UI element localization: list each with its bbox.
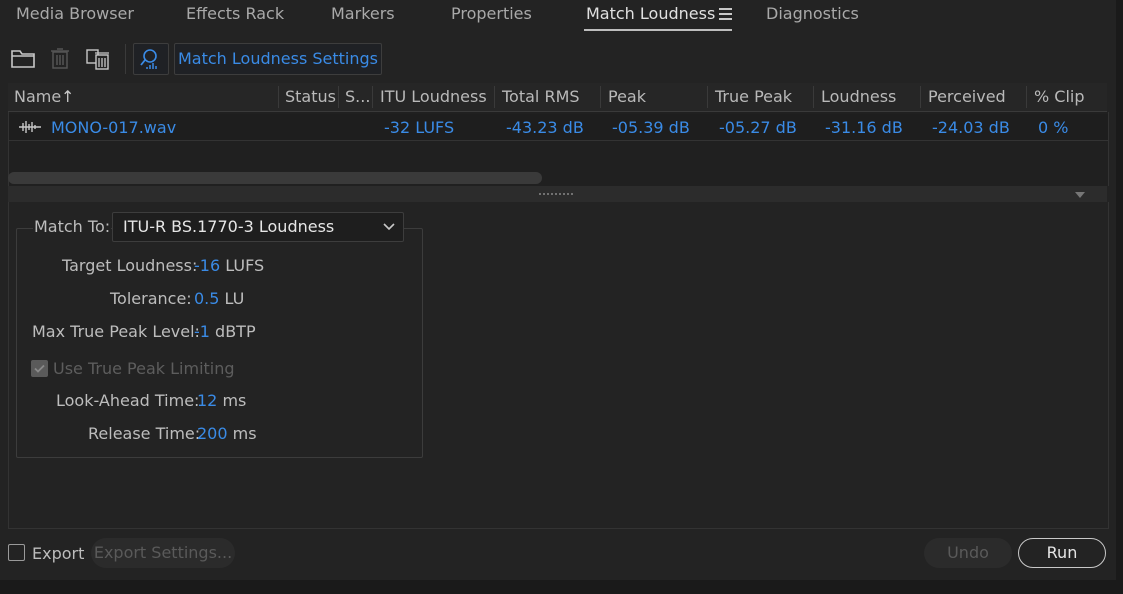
loudness-search-icon	[140, 49, 157, 69]
max-true-peak-label: Max True Peak Level:	[32, 322, 200, 341]
perceived-value: -24.03 dB	[932, 118, 1010, 137]
clear-all-icon[interactable]	[86, 46, 110, 70]
column-name[interactable]: Name	[14, 87, 61, 106]
target-loudness-unit: LUFS	[225, 256, 265, 275]
target-loudness-value[interactable]: -16	[194, 256, 220, 275]
chevron-down-icon	[383, 223, 395, 231]
table-header: Name ↑ Status S... ITU Loudness Total RM…	[8, 83, 1107, 112]
export-settings-button[interactable]: Export Settings...	[91, 538, 235, 568]
look-ahead-label: Look-Ahead Time:	[56, 391, 200, 410]
tab-properties[interactable]: Properties	[451, 4, 532, 23]
table-row[interactable]: MONO-017.wav -32 LUFS -43.23 dB -05.39 d…	[9, 114, 1108, 141]
column-separator	[813, 86, 814, 108]
match-to-label: Match To:	[33, 217, 112, 236]
column-itu-loudness[interactable]: ITU Loudness	[380, 87, 487, 106]
tolerance-label: Tolerance:	[110, 289, 192, 308]
column-separator	[372, 86, 373, 108]
tolerance-value[interactable]: 0.5	[194, 289, 219, 308]
peak-value: -05.39 dB	[612, 118, 690, 137]
match-loudness-settings-button[interactable]: Match Loudness Settings	[174, 43, 382, 75]
bottom-edge	[0, 580, 1123, 594]
itu-loudness-value: -32 LUFS	[384, 118, 455, 137]
sort-ascending-icon: ↑	[61, 87, 75, 106]
target-loudness-label: Target Loudness:	[62, 256, 198, 275]
splitter-grip-icon[interactable]	[538, 192, 574, 196]
column-status[interactable]: Status	[285, 87, 336, 106]
total-rms-value: -43.23 dB	[506, 118, 584, 137]
undo-button[interactable]: Undo	[924, 538, 1012, 568]
export-checkbox[interactable]	[8, 544, 25, 561]
max-true-peak-field[interactable]: -1 dBTP	[194, 322, 256, 341]
checkmark-icon	[34, 364, 45, 373]
waveform-icon	[19, 121, 41, 133]
loudness-value: -31.16 dB	[825, 118, 903, 137]
max-true-peak-unit: dBTP	[215, 322, 256, 341]
column-separator	[707, 86, 708, 108]
column-total-rms[interactable]: Total RMS	[502, 87, 580, 106]
column-separator	[494, 86, 495, 108]
column-separator	[600, 86, 601, 108]
active-tab-underline	[584, 29, 732, 31]
column-separator	[920, 86, 921, 108]
panel-splitter[interactable]	[8, 186, 1107, 202]
column-perceived[interactable]: Perceived	[928, 87, 1006, 106]
release-time-value[interactable]: 200	[197, 424, 228, 443]
tab-effects-rack[interactable]: Effects Rack	[186, 4, 284, 23]
collapse-arrow-icon[interactable]	[1075, 192, 1085, 198]
toolbar-separator	[125, 44, 126, 74]
export-label: Export	[32, 544, 85, 563]
column-separator	[1026, 86, 1027, 108]
tolerance-unit: LU	[224, 289, 245, 308]
tab-media-browser[interactable]: Media Browser	[16, 4, 134, 23]
max-true-peak-value[interactable]: -1	[194, 322, 210, 341]
look-ahead-field[interactable]: 12 ms	[197, 391, 246, 410]
run-button[interactable]: Run	[1018, 538, 1106, 568]
horizontal-scrollbar[interactable]	[8, 172, 542, 184]
column-loudness[interactable]: Loudness	[821, 87, 896, 106]
release-time-label: Release Time:	[88, 424, 201, 443]
tolerance-field[interactable]: 0.5 LU	[194, 289, 244, 308]
use-true-peak-limiting-checkbox[interactable]	[31, 360, 48, 377]
panel-tab-bar: Media Browser Effects Rack Markers Prope…	[0, 0, 1123, 34]
use-true-peak-limiting-label: Use True Peak Limiting	[53, 359, 235, 378]
target-loudness-field[interactable]: -16 LUFS	[194, 256, 264, 275]
column-clip[interactable]: % Clip	[1034, 87, 1085, 106]
release-time-field[interactable]: 200 ms	[197, 424, 257, 443]
file-name: MONO-017.wav	[51, 118, 177, 137]
release-time-unit: ms	[232, 424, 257, 443]
column-separator	[278, 86, 279, 108]
column-separator	[338, 86, 339, 108]
panel-right-edge	[1116, 0, 1123, 580]
true-peak-value: -05.27 dB	[719, 118, 797, 137]
tab-markers[interactable]: Markers	[331, 4, 395, 23]
look-ahead-value[interactable]: 12	[197, 391, 217, 410]
trash-icon[interactable]	[48, 46, 72, 70]
tab-diagnostics[interactable]: Diagnostics	[766, 4, 859, 23]
look-ahead-unit: ms	[222, 391, 247, 410]
folder-icon[interactable]	[11, 46, 35, 70]
tab-match-loudness[interactable]: Match Loudness	[586, 4, 715, 23]
loudness-search-button[interactable]	[133, 43, 169, 75]
panel-menu-icon[interactable]	[719, 8, 732, 21]
match-to-dropdown[interactable]: ITU-R BS.1770-3 Loudness	[112, 212, 404, 242]
column-peak[interactable]: Peak	[608, 87, 646, 106]
match-to-value: ITU-R BS.1770-3 Loudness	[123, 217, 335, 236]
column-true-peak[interactable]: True Peak	[715, 87, 792, 106]
clip-value: 0 %	[1038, 118, 1069, 137]
column-s[interactable]: S...	[345, 87, 370, 106]
